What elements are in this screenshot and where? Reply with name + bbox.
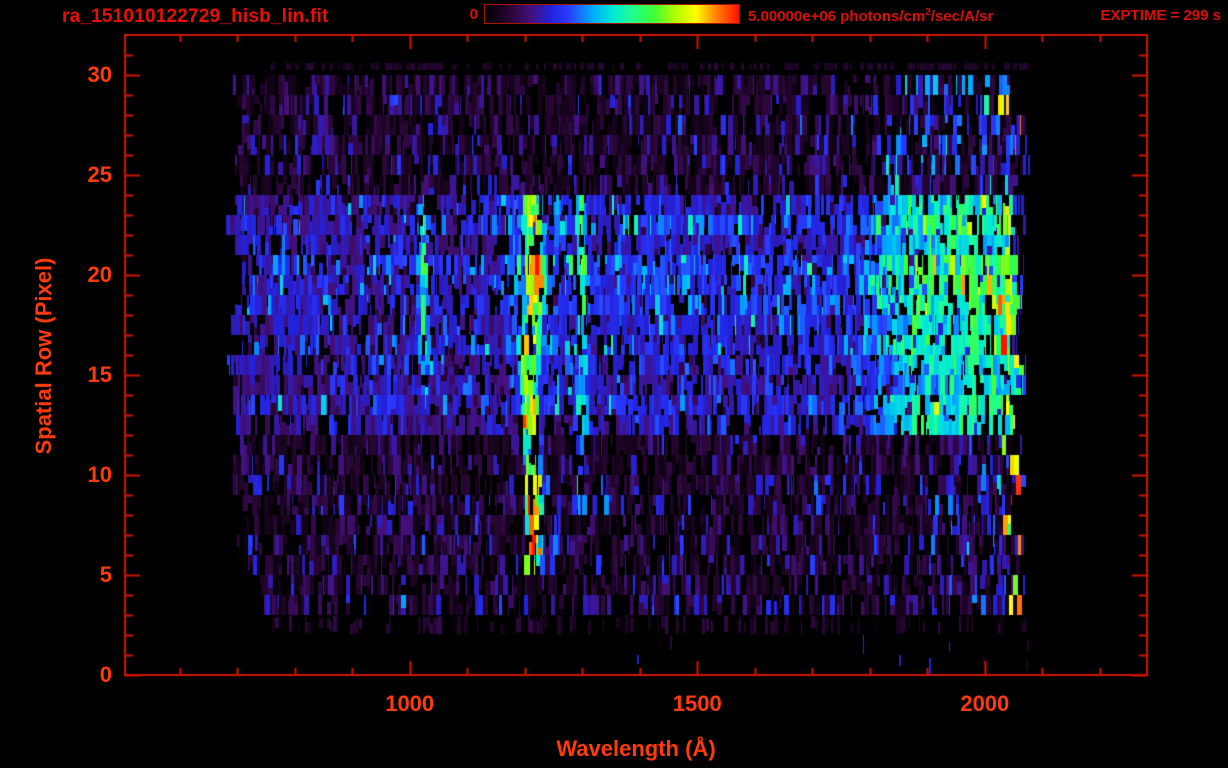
x-axis-tick-label: 2000 (960, 691, 1010, 716)
y-axis-tick-label: 20 (87, 262, 112, 287)
y-axis-tick-label: 30 (87, 62, 112, 87)
fits-filename-title: ra_151010122729_hisb_lin.fit (62, 6, 329, 27)
x-axis-tick-label: 1000 (385, 691, 435, 716)
colorbar-max-value: 5.00000e+06 photons/cm (748, 8, 926, 25)
spectral-image-canvas (0, 0, 1228, 768)
y-axis-tick-label: 25 (87, 162, 112, 187)
y-axis-label: Spatial Row (Pixel) (31, 257, 56, 455)
y-axis-tick-label: 0 (99, 662, 112, 687)
colorbar (484, 4, 740, 24)
colorbar-min-label: 0 (469, 6, 478, 23)
x-axis-label: Wavelength (Å) (556, 736, 716, 761)
exposure-time-label: EXPTIME = 299 s (1100, 7, 1221, 24)
y-axis-tick-label: 15 (87, 362, 112, 387)
colorbar-max-label: 5.00000e+06 photons/cm2/sec/A/sr (748, 7, 993, 25)
spectral-quicklook-window: ra_151010122729_hisb_lin.fit 0 5.00000e+… (0, 0, 1228, 768)
y-axis-tick-label: 10 (87, 462, 112, 487)
colorbar-unit-suffix: /sec/A/sr (930, 8, 994, 25)
y-axis-tick-label: 5 (99, 562, 112, 587)
x-axis-tick-label: 1500 (672, 691, 722, 716)
